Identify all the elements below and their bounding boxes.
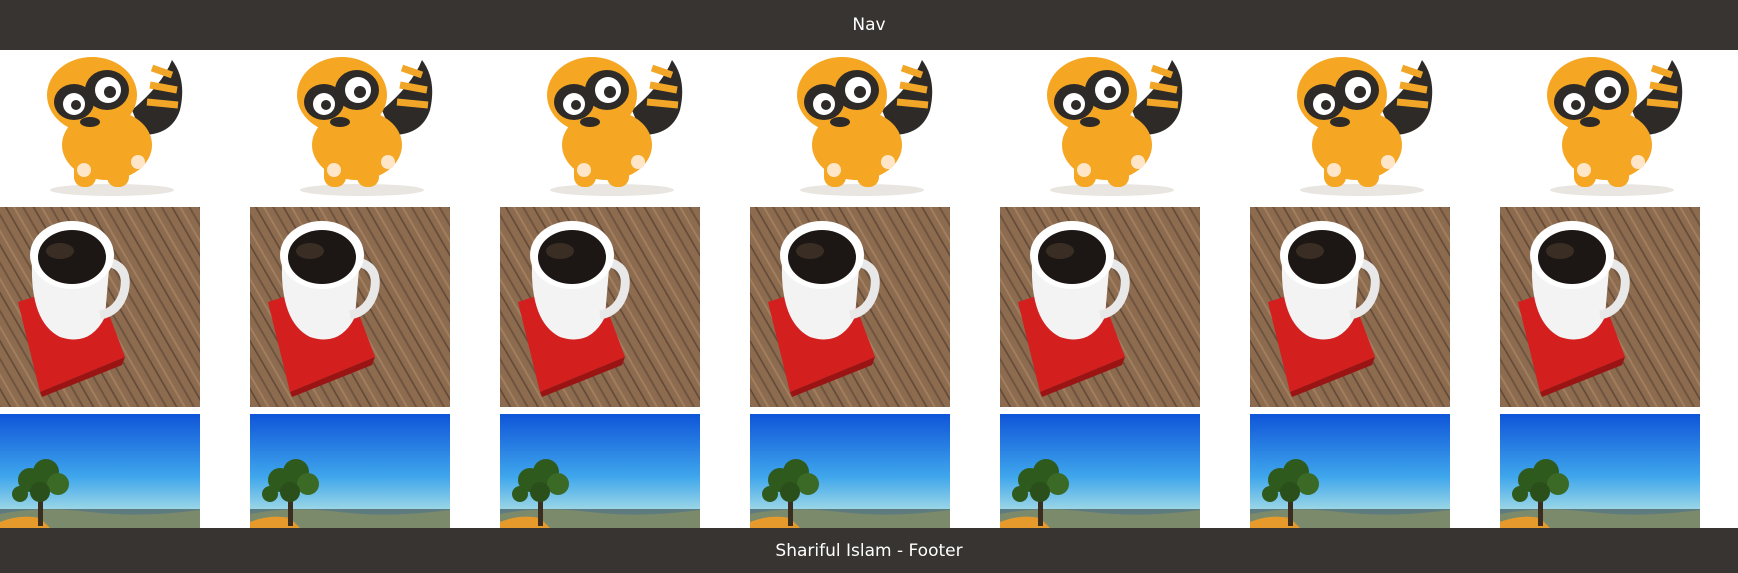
landscape-image [750,414,950,528]
landscape-image [1500,414,1700,528]
landscape-image [1000,414,1200,528]
nav-bar: Nav [0,0,1738,50]
mascot-image [1512,50,1712,200]
mascot-image [1262,50,1462,200]
coffee-cup-image [750,207,950,407]
landscape-image [250,414,450,528]
landscape-image [0,414,200,528]
image-gallery [0,0,1738,573]
coffee-cup-image [0,207,200,407]
mascot-image [12,50,212,200]
landscape-image [500,414,700,528]
nav-label: Nav [852,15,886,35]
mascot-image [1012,50,1212,200]
coffee-cup-image [500,207,700,407]
coffee-cup-image [1250,207,1450,407]
mascot-image [762,50,962,200]
coffee-cup-image [1000,207,1200,407]
landscape-image [1250,414,1450,528]
mascot-image [512,50,712,200]
coffee-cup-image [1500,207,1700,407]
mascot-image [262,50,462,200]
footer-label: Shariful Islam - Footer [775,540,963,561]
footer-bar: Shariful Islam - Footer [0,528,1738,573]
coffee-cup-image [250,207,450,407]
